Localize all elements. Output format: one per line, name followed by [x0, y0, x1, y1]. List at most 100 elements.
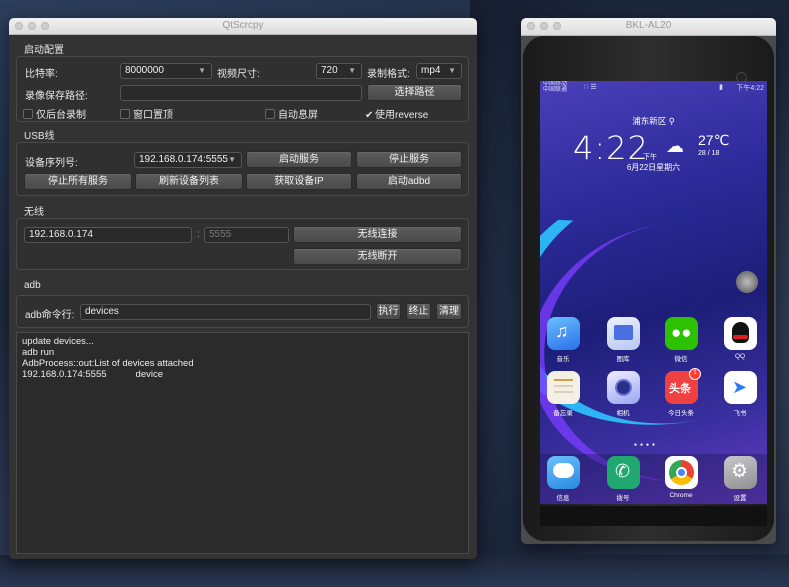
log-line: adb run [22, 347, 55, 358]
carrier-2: 中国联通 [543, 87, 568, 93]
app-label: 设置 [733, 495, 747, 502]
window-on-top-checkbox[interactable]: 窗口置顶 [120, 106, 173, 121]
chrome-app-icon[interactable] [665, 456, 698, 489]
video-size-combo[interactable]: 720 ▼ [316, 63, 362, 79]
memo-app-icon[interactable] [547, 371, 580, 404]
lockscreen-date: 6月22日星期六 [626, 163, 681, 172]
status-time: 下午4:22 [736, 85, 764, 92]
start-adbd-button[interactable]: 启动adbd [356, 173, 462, 190]
app-label: 相机 [616, 410, 630, 417]
wireless-group: 192.168.0.174 : 5555 无线连接 无线断开 [16, 218, 469, 270]
chevron-down-icon: ▼ [228, 155, 236, 164]
window-title: QtScrcpy [222, 20, 264, 31]
stop-all-services-button[interactable]: 停止所有服务 [24, 173, 132, 190]
select-path-button[interactable]: 选择路径 [367, 84, 462, 101]
app-label: 信息 [556, 495, 570, 502]
stop-service-button[interactable]: 停止服务 [356, 151, 462, 168]
wireless-ip-input[interactable]: 192.168.0.174 [24, 227, 192, 243]
use-reverse-checkbox[interactable]: ✔ 使用reverse [365, 106, 428, 121]
section-title-adb: adb [24, 280, 41, 291]
record-format-combo[interactable]: mp4 ▼ [416, 63, 462, 79]
chevron-down-icon: ▼ [348, 66, 356, 75]
wireless-port-input[interactable]: 5555 [204, 227, 289, 243]
usb-group: 设备序列号: 192.168.0.174:5555 ▼ 启动服务 停止服务 停止… [16, 142, 469, 196]
log-line: 192.168.0.174:5555 device [22, 369, 164, 380]
phone-title-bar[interactable]: BKL-AL20 [521, 18, 776, 36]
phone-chin [540, 506, 767, 526]
bitrate-value: 8000000 [125, 65, 164, 76]
refresh-devices-button[interactable]: 刷新设备列表 [135, 173, 243, 190]
app-label: 图库 [616, 356, 630, 363]
title-bar[interactable]: QtScrcpy [9, 18, 477, 35]
clock-ampm: 下午 [643, 154, 657, 161]
location-text: 浦东新区 [632, 116, 667, 126]
checkbox-label: 仅后台录制 [36, 110, 86, 121]
page-indicator: ●●●● [634, 442, 659, 448]
camera-app-icon[interactable] [607, 371, 640, 404]
phone-window-title: BKL-AL20 [625, 20, 672, 31]
toutiao-logo-text: 头条 [669, 383, 691, 395]
wireless-disconnect-button[interactable]: 无线断开 [293, 248, 462, 265]
toutiao-app-icon[interactable]: 头条 1 [665, 368, 701, 404]
terminate-button[interactable]: 终止 [406, 303, 431, 320]
wechat-app-icon[interactable]: ●● [665, 317, 698, 350]
temperature: 27℃ [698, 132, 730, 148]
settings-app-icon[interactable]: ⚙ [724, 456, 757, 489]
serial-label: 设备序列号: [25, 158, 78, 169]
log-output[interactable]: update devices... adb run AdbProcess::ou… [16, 332, 469, 554]
app-label: 飞书 [733, 410, 747, 417]
weather-location: 浦东新区 ⚲ [540, 115, 767, 127]
clear-button[interactable]: 清理 [436, 303, 462, 320]
phone-screen[interactable]: 中国移动 中国联通 ∷ ☰ 下午4:22 ▮ 浦东新区 ⚲ 4:22 下午 ☁ … [540, 81, 767, 504]
checkbox-label: 窗口置顶 [133, 110, 173, 121]
section-title-usb: USB线 [24, 131, 55, 142]
record-path-input[interactable] [120, 85, 362, 101]
serial-combo[interactable]: 192.168.0.174:5555 ▼ [134, 152, 242, 168]
phone-app-icon[interactable]: ✆ [607, 456, 640, 489]
adb-command-label: adb命令行: [25, 310, 75, 321]
get-device-ip-button[interactable]: 获取设备IP [246, 173, 352, 190]
adb-command-input[interactable]: devices [80, 304, 371, 320]
music-app-icon[interactable]: ♫ [547, 317, 580, 350]
record-format-label: 录制格式: [367, 69, 410, 80]
video-size-label: 视频尺寸: [217, 69, 260, 80]
checkbox-box [120, 109, 130, 119]
feishu-app-icon[interactable]: ➤ [724, 371, 757, 404]
app-label: 微信 [674, 356, 688, 363]
qtscrcpy-window: QtScrcpy 启动配置 比特率: 8000000 ▼ 视频尺寸: 720 ▼… [9, 18, 477, 559]
auto-screen-off-checkbox[interactable]: 自动息屏 [265, 106, 318, 121]
messages-app-icon[interactable] [547, 456, 580, 489]
floating-navigation-ball[interactable] [736, 271, 758, 293]
execute-button[interactable]: 执行 [376, 303, 401, 320]
chevron-down-icon: ▼ [448, 66, 456, 75]
app-label: 拨号 [616, 495, 630, 502]
log-line: AdbProcess::out:List of devices attached [22, 358, 194, 369]
gallery-app-icon[interactable] [607, 317, 640, 350]
checkbox-box [23, 109, 33, 119]
qq-app-icon[interactable] [724, 317, 757, 350]
video-size-value: 720 [321, 65, 338, 76]
ip-port-separator: : [197, 229, 200, 240]
checkbox-label: 使用reverse [375, 110, 429, 121]
section-title-config: 启动配置 [24, 45, 64, 56]
location-pin-icon: ⚲ [668, 116, 675, 126]
chevron-down-icon: ▼ [198, 66, 206, 75]
signal-wifi-icon: ∷ ☰ [584, 84, 597, 91]
checkbox-box [265, 109, 275, 119]
notification-badge: 1 [689, 368, 701, 380]
background-record-checkbox[interactable]: 仅后台录制 [23, 106, 86, 121]
status-bar: 中国移动 中国联通 ∷ ☰ 下午4:22 ▮ [540, 81, 767, 93]
config-group: 比特率: 8000000 ▼ 视频尺寸: 720 ▼ 录制格式: mp4 ▼ 录… [16, 56, 469, 122]
desktop-bottom [0, 555, 789, 587]
start-service-button[interactable]: 启动服务 [246, 151, 352, 168]
record-path-label: 录像保存路径: [25, 91, 88, 102]
app-label: 备忘录 [553, 410, 573, 417]
checkbox-label: 自动息屏 [278, 110, 318, 121]
app-label: 今日头条 [668, 410, 694, 417]
app-label: 音乐 [556, 356, 570, 363]
battery-icon: ▮ [719, 84, 723, 91]
adb-group: adb命令行: devices 执行 终止 清理 [16, 295, 469, 328]
record-format-value: mp4 [421, 65, 441, 76]
bitrate-combo[interactable]: 8000000 ▼ [120, 63, 212, 79]
wireless-connect-button[interactable]: 无线连接 [293, 226, 462, 243]
